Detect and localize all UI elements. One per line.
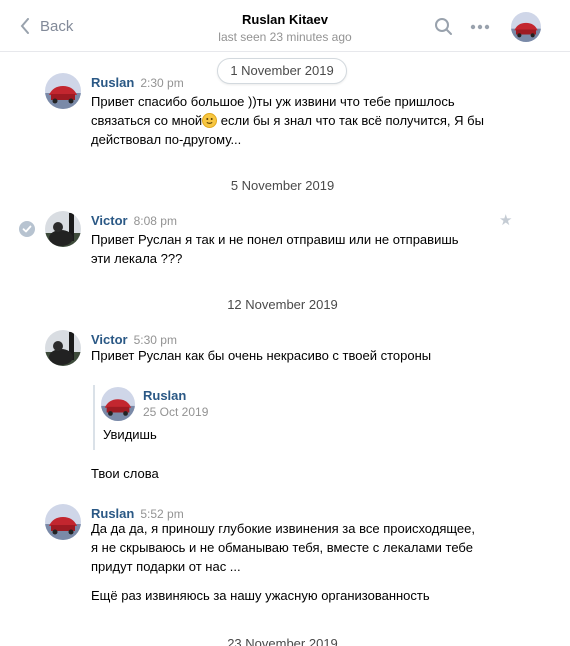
message-time[interactable]: 8:08 pm xyxy=(134,214,177,228)
chevron-left-icon xyxy=(20,18,29,34)
contact-avatar[interactable] xyxy=(511,12,541,42)
avatar[interactable] xyxy=(45,211,81,247)
message-header: Victor 5:30 pm xyxy=(91,332,177,347)
avatar[interactable] xyxy=(45,73,81,109)
message-text: Да да да, я приношу глубокие извинения з… xyxy=(91,521,476,574)
message-author[interactable]: Victor xyxy=(91,213,128,228)
smile-emoji-icon xyxy=(202,113,218,128)
forwarded-text: Увидишь xyxy=(103,427,157,442)
forwarded-avatar[interactable] xyxy=(101,387,135,421)
last-seen-status: last seen 23 minutes ago xyxy=(218,30,352,44)
message-header: Victor 8:08 pm xyxy=(91,213,177,228)
avatar[interactable] xyxy=(45,504,81,540)
message-time[interactable]: 5:30 pm xyxy=(134,333,177,347)
message-text: Привет Руслан как бы очень некрасиво с т… xyxy=(91,348,432,363)
forwarded-date[interactable]: 25 Oct 2019 xyxy=(143,405,208,419)
message-text: Привет Руслан я так и не понел отправиш … xyxy=(91,232,459,266)
message-text: Твои слова xyxy=(91,466,159,481)
date-separator: 23 November 2019 xyxy=(227,636,338,646)
date-separator: 12 November 2019 xyxy=(227,297,338,312)
back-label: Back xyxy=(40,17,74,35)
contact-name: Ruslan Kitaev xyxy=(242,12,328,27)
search-icon[interactable] xyxy=(434,17,453,36)
message-header: Ruslan 2:30 pm xyxy=(91,75,184,90)
date-separator: 5 November 2019 xyxy=(230,178,335,193)
message-text: Ещё раз извиняюсь за нашу ужасную органи… xyxy=(91,588,430,603)
avatar[interactable] xyxy=(45,330,81,366)
message-time[interactable]: 2:30 pm xyxy=(140,76,183,90)
star-icon[interactable]: ★ xyxy=(499,211,512,229)
message-author[interactable]: Victor xyxy=(91,332,128,347)
date-separator: 1 November 2019 xyxy=(217,58,347,84)
more-dots-icon[interactable] xyxy=(470,24,490,30)
chat-title[interactable]: Ruslan Kitaev last seen 23 minutes ago xyxy=(170,12,400,44)
forwarded-author[interactable]: Ruslan xyxy=(143,388,186,403)
message-author[interactable]: Ruslan xyxy=(91,75,134,90)
back-button[interactable]: Back xyxy=(20,16,73,36)
forwarded-divider xyxy=(93,385,95,450)
message-text: Привет спасибо большое ))ты уж извини чт… xyxy=(91,94,484,147)
check-icon[interactable] xyxy=(19,221,35,237)
chat-header: Back Ruslan Kitaev last seen 23 minutes … xyxy=(0,0,570,52)
